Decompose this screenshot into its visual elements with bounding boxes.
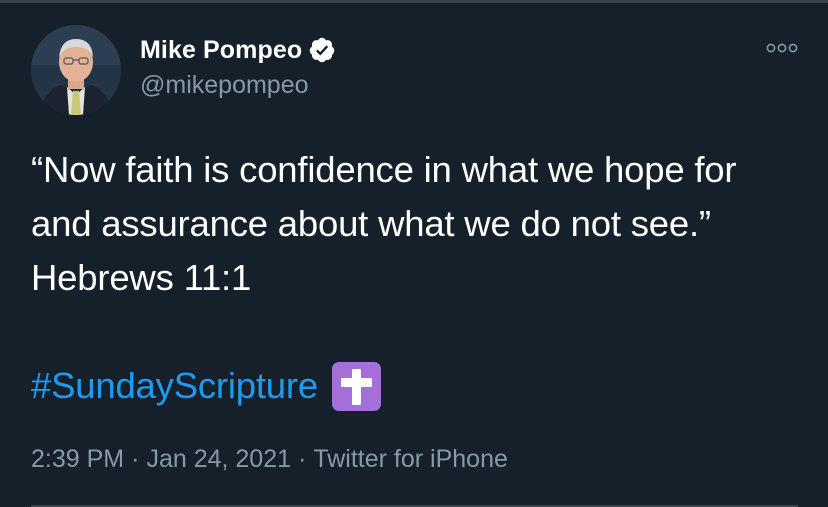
tweet-text: “Now faith is confidence in what we hope… (31, 149, 737, 298)
latin-cross-emoji-icon (331, 361, 381, 411)
tweet-time[interactable]: 2:39 PM (31, 445, 124, 473)
hashtag-link[interactable]: #SundayScripture (31, 365, 318, 407)
meta-separator: · (298, 445, 307, 473)
more-options-icon[interactable] (766, 41, 798, 55)
avatar-image (31, 25, 121, 115)
tweet-metadata: 2:39 PM · Jan 24, 2021 · Twitter for iPhone (31, 445, 508, 474)
tweet-date[interactable]: Jan 24, 2021 (146, 445, 291, 473)
meta-separator: · (131, 445, 140, 473)
tweet-card[interactable]: Mike Pompeo @mikepompeo “Now faith is co… (0, 3, 828, 507)
hashtag-row: #SundayScripture (31, 359, 381, 413)
verified-badge-icon (309, 37, 335, 63)
avatar[interactable] (31, 25, 121, 115)
tweet-source[interactable]: Twitter for iPhone (313, 445, 508, 473)
display-name[interactable]: Mike Pompeo (140, 36, 302, 65)
user-handle[interactable]: @mikepompeo (140, 71, 309, 100)
name-row: Mike Pompeo (140, 33, 336, 67)
